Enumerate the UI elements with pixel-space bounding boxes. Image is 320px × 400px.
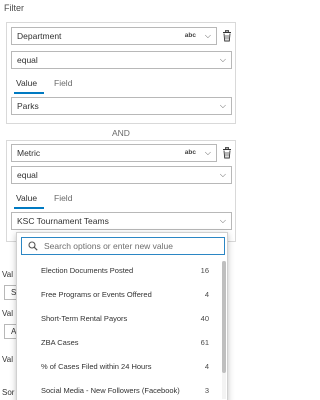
list-item[interactable]: Short-Term Rental Payors 40 bbox=[17, 307, 213, 331]
list-item[interactable]: Free Programs or Events Offered 4 bbox=[17, 283, 213, 307]
list-item[interactable]: ZBA Cases 61 bbox=[17, 331, 213, 355]
background-label-fragment: Val bbox=[2, 355, 13, 364]
tab-value-1-indicator bbox=[14, 92, 44, 94]
option-count: 61 bbox=[200, 338, 209, 347]
chevron-down-icon: ⌵ bbox=[219, 170, 226, 179]
field-select-metric[interactable]: Metric abc ⌵ bbox=[11, 144, 217, 162]
operator-select-value: equal bbox=[17, 170, 38, 180]
chevron-down-icon: ⌵ bbox=[204, 148, 211, 157]
operator-select-1[interactable]: equal ⌵ bbox=[11, 51, 232, 69]
search-icon bbox=[28, 241, 38, 251]
value-select-value: KSC Tournament Teams bbox=[17, 216, 109, 226]
background-label-fragment: Sor bbox=[2, 388, 15, 397]
chevron-down-icon: ⌵ bbox=[219, 216, 226, 225]
operator-select-2[interactable]: equal ⌵ bbox=[11, 166, 232, 184]
field-select-value: Metric bbox=[17, 148, 41, 158]
list-item[interactable]: Election Documents Posted 16 bbox=[17, 259, 213, 283]
tab-value-2-indicator bbox=[14, 207, 44, 209]
tab-field-2[interactable]: Field bbox=[54, 193, 72, 203]
option-label: ZBA Cases bbox=[41, 338, 79, 347]
value-select-value: Parks bbox=[17, 101, 39, 111]
search-input[interactable]: Search options or enter new value bbox=[21, 237, 225, 255]
option-count: 40 bbox=[200, 314, 209, 323]
option-count: 3 bbox=[204, 386, 209, 395]
filter-title: Filter bbox=[4, 3, 24, 13]
search-placeholder: Search options or enter new value bbox=[44, 241, 173, 251]
scrollbar-thumb[interactable] bbox=[222, 261, 226, 373]
field-select-department[interactable]: Department abc ⌵ bbox=[11, 27, 217, 45]
option-label: Free Programs or Events Offered bbox=[41, 290, 152, 299]
option-count: 4 bbox=[204, 290, 209, 299]
background-label-fragment: Val bbox=[2, 309, 13, 318]
field-type-badge: abc bbox=[184, 149, 196, 156]
option-label: % of Cases Filed within 24 Hours bbox=[41, 362, 152, 371]
operator-select-value: equal bbox=[17, 55, 38, 65]
field-type-badge: abc bbox=[184, 32, 196, 39]
logical-connector: AND bbox=[112, 128, 130, 138]
chevron-down-icon: ⌵ bbox=[204, 31, 211, 40]
field-select-value: Department bbox=[17, 31, 62, 41]
chevron-down-icon: ⌵ bbox=[219, 55, 226, 64]
option-label: Election Documents Posted bbox=[41, 266, 134, 275]
trash-icon[interactable] bbox=[222, 30, 232, 42]
option-count: 16 bbox=[200, 266, 209, 275]
value-select-2[interactable]: KSC Tournament Teams ⌵ bbox=[11, 212, 232, 230]
option-label: Social Media - New Followers (Facebook) bbox=[41, 386, 180, 395]
chevron-down-icon: ⌵ bbox=[219, 101, 226, 110]
value-options-dropdown: Search options or enter new value Electi… bbox=[16, 232, 228, 400]
tab-value-2[interactable]: Value bbox=[16, 193, 37, 203]
option-label: Short-Term Rental Payors bbox=[41, 314, 128, 323]
tab-value-1[interactable]: Value bbox=[16, 78, 37, 88]
list-item[interactable]: % of Cases Filed within 24 Hours 4 bbox=[17, 355, 213, 379]
trash-icon[interactable] bbox=[222, 147, 232, 159]
list-item[interactable]: Social Media - New Followers (Facebook) … bbox=[17, 379, 213, 400]
option-count: 4 bbox=[204, 362, 209, 371]
value-select-1[interactable]: Parks ⌵ bbox=[11, 97, 232, 115]
background-label-fragment: Val bbox=[2, 270, 13, 279]
tab-field-1[interactable]: Field bbox=[54, 78, 72, 88]
